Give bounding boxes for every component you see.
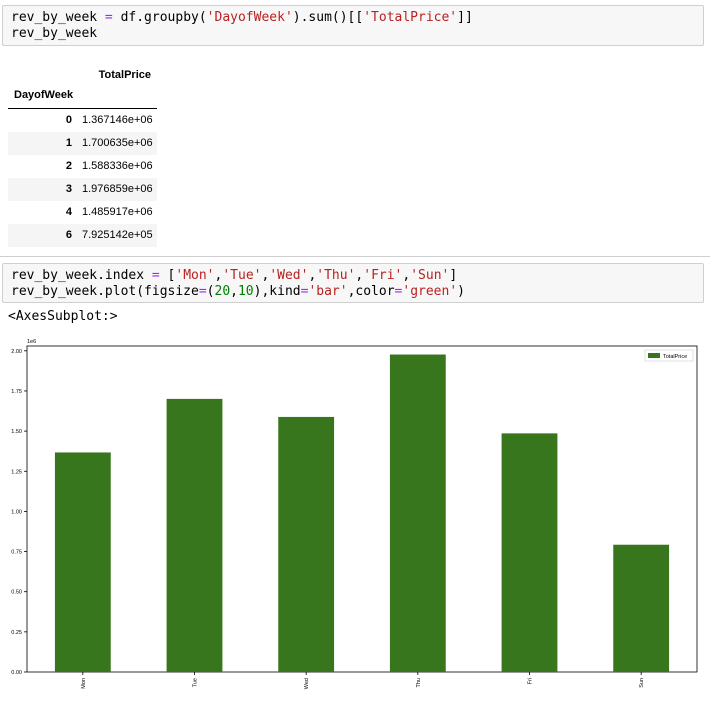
df-column-header-row: TotalPrice	[8, 64, 157, 86]
code-line-2: rev_by_week.plot(figsize=(20,10),kind='b…	[11, 284, 465, 299]
legend-label: TotalPrice	[663, 354, 687, 360]
table-row: 1 1.700635e+06	[8, 132, 157, 155]
row-index: 3	[65, 183, 72, 195]
code-cell-groupby[interactable]: rev_by_week = df.groupby('DayofWeek').su…	[2, 5, 704, 46]
y-tick-label: 1.50	[11, 429, 22, 435]
table-row: 6 7.925142e+05	[8, 224, 157, 247]
row-value: 1.976859e+06	[82, 183, 153, 195]
row-value: 1.700635e+06	[82, 137, 153, 149]
y-tick-label: 0.25	[11, 630, 22, 636]
row-index: 4	[65, 206, 72, 218]
bar-mon	[54, 452, 111, 672]
x-tick-label: Mon	[81, 678, 87, 689]
code-cell-plot[interactable]: rev_by_week.index = ['Mon','Tue','Wed','…	[2, 263, 704, 303]
bar-chart: 0.00 0.25 0.50 0.75 1.00 1.25 1.50 1.75 2.00 1e6 M…	[11, 339, 698, 689]
x-tick-label: Fri	[528, 678, 534, 684]
bar-sun	[613, 544, 670, 672]
code-line-2: rev_by_week	[11, 26, 98, 41]
cell-divider	[0, 256, 710, 257]
y-tick-label: 0.00	[11, 670, 22, 676]
bar-tue	[166, 398, 223, 672]
table-row: 2 1.588336e+06	[8, 155, 157, 178]
y-tick-label: 0.75	[11, 550, 22, 556]
y-tick-label: 1.25	[11, 469, 22, 475]
y-tick-label: 1.00	[11, 509, 22, 515]
bar-wed	[278, 416, 335, 672]
x-tick-label: Tue	[193, 678, 199, 687]
dataframe-output: TotalPrice DayofWeek 0 1.367146e+06 1 1.70…	[8, 64, 157, 247]
plot-frame	[26, 345, 698, 673]
x-tick-label: Wed	[304, 678, 310, 689]
row-index: 0	[65, 114, 72, 126]
table-row: 3 1.976859e+06	[8, 178, 157, 201]
df-index-name: DayofWeek	[14, 89, 74, 101]
row-value: 7.925142e+05	[82, 229, 153, 241]
code-line-1: rev_by_week = df.groupby('DayofWeek').su…	[11, 10, 473, 25]
df-index-header-row: DayofWeek	[8, 86, 157, 109]
row-value: 1.485917e+06	[82, 206, 153, 218]
y-tick-label: 0.50	[11, 590, 22, 596]
row-index: 1	[65, 137, 72, 149]
table-row: 4 1.485917e+06	[8, 201, 157, 224]
y-scale-label: 1e6	[27, 339, 36, 345]
x-tick-label: Sun	[639, 678, 645, 688]
y-tick-label: 2.00	[11, 349, 22, 355]
x-tick-label: Thu	[416, 678, 422, 687]
legend-swatch	[648, 353, 660, 358]
df-column-header: TotalPrice	[98, 69, 151, 81]
row-value: 1.588336e+06	[82, 160, 153, 172]
code-line-1: rev_by_week.index = ['Mon','Tue','Wed','…	[11, 268, 458, 283]
bar-fri	[501, 433, 558, 672]
y-tick-label: 1.75	[11, 389, 22, 395]
row-index: 6	[65, 229, 72, 241]
row-index: 2	[65, 160, 72, 172]
table-row: 0 1.367146e+06	[8, 109, 157, 132]
output-repr: <AxesSubplot:>	[8, 309, 118, 324]
row-value: 1.367146e+06	[82, 114, 153, 126]
bar-thu	[389, 354, 446, 672]
